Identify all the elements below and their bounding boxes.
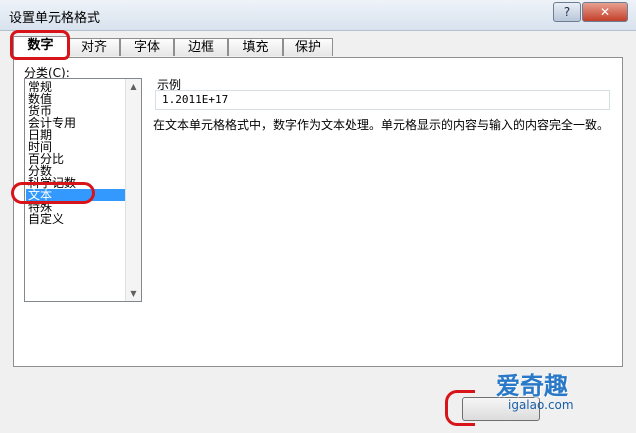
tab-label: 对齐: [80, 40, 107, 55]
dialog-title: 设置单元格格式: [9, 11, 101, 26]
title-bar: 设置单元格格式 ? ✕: [0, 0, 636, 31]
tab-label: 保护: [294, 40, 321, 55]
tab-label: 填充: [242, 40, 269, 55]
number-format-panel: 分类(C): 常规 数值 货币 会计专用 日期 时间 百分比 分数 科学记数 文…: [13, 57, 623, 367]
scroll-down-icon[interactable]: ▼: [126, 286, 141, 301]
category-scrollbar[interactable]: ▲ ▼: [125, 79, 141, 301]
tab-label: 字体: [133, 40, 160, 55]
highlight-item-annotation: [11, 182, 95, 204]
help-button[interactable]: ?: [553, 2, 581, 22]
list-item-custom[interactable]: 自定义: [26, 213, 129, 225]
highlight-tab-annotation: [10, 30, 70, 60]
watermark-url: igalao.com: [508, 398, 574, 412]
watermark-text: 爱奇趣: [496, 372, 568, 400]
tab-alignment[interactable]: 对齐: [68, 38, 120, 56]
tab-border[interactable]: 边框: [174, 38, 228, 56]
tab-label: 边框: [187, 40, 214, 55]
format-description: 在文本单元格格式中，数字作为文本处理。单元格显示的内容与输入的内容完全一致。: [153, 118, 610, 132]
highlight-ok-annotation: [445, 390, 475, 426]
scroll-up-icon[interactable]: ▲: [126, 79, 141, 94]
tab-protection[interactable]: 保护: [283, 38, 333, 56]
tab-font[interactable]: 字体: [120, 38, 174, 56]
tab-fill[interactable]: 填充: [228, 38, 283, 56]
sample-value: 1.2011E+17: [155, 90, 610, 110]
close-button[interactable]: ✕: [582, 2, 628, 22]
watermark: 爱奇趣 igalao.com: [468, 358, 636, 433]
